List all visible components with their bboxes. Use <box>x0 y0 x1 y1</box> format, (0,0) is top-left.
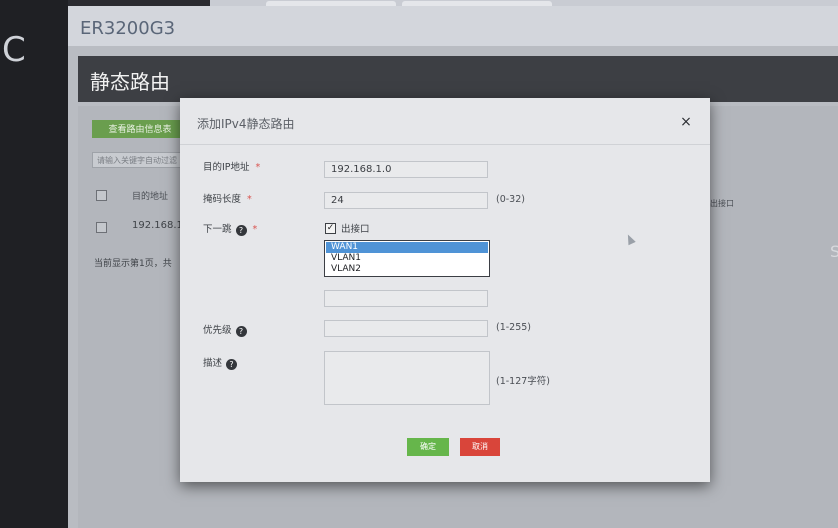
dialog-title: 添加IPv4静态路由 <box>197 117 295 131</box>
priority-label: 优先级? <box>203 322 247 337</box>
interface-option-vlan2[interactable]: VLAN2 <box>326 264 488 275</box>
page-title-bar: 静态路由 <box>78 56 838 102</box>
search-input[interactable]: 请输入关键字自动过滤 <box>92 152 192 168</box>
help-icon[interactable]: ? <box>235 225 247 236</box>
dest-ip-label-text: 目的IP地址 <box>203 162 250 173</box>
description-label-text: 描述 <box>203 358 223 369</box>
screen-bezel: C <box>0 0 68 528</box>
brand-logo: ER3200G3 <box>80 18 176 39</box>
next-hop-label: 下一跳? * <box>203 221 257 236</box>
mask-length-input[interactable]: 24 <box>324 192 488 209</box>
interface-option-wan1[interactable]: WAN1 <box>326 242 488 253</box>
confirm-button[interactable]: 确定 <box>407 438 449 456</box>
close-icon[interactable]: × <box>678 114 694 130</box>
partial-glyph: S <box>830 242 838 261</box>
bezel-glyph: C <box>2 30 26 70</box>
description-textarea[interactable] <box>324 351 490 405</box>
mouse-cursor-icon <box>624 232 636 246</box>
mask-length-label: 掩码长度 * <box>203 191 252 205</box>
mask-length-label-text: 掩码长度 <box>203 194 242 205</box>
view-route-table-button[interactable]: 查看路由信息表 <box>92 120 188 138</box>
page-title: 静态路由 <box>90 70 170 94</box>
column-header-interface: 出接口 <box>710 199 734 208</box>
cancel-button[interactable]: 取消 <box>460 438 500 456</box>
mask-length-hint: (0-32) <box>496 194 525 205</box>
outgoing-interface-checkbox[interactable]: ✓ <box>325 223 336 234</box>
interface-option-vlan1[interactable]: VLAN1 <box>326 253 488 264</box>
required-mark: * <box>247 194 252 205</box>
add-static-route-dialog: 添加IPv4静态路由 × 目的IP地址 * 192.168.1.0 掩码长度 * 2… <box>180 98 710 482</box>
priority-hint: (1-255) <box>496 322 532 333</box>
outgoing-interface-label: 出接口 <box>341 224 370 235</box>
row-checkbox[interactable] <box>96 222 107 233</box>
pager-text: 当前显示第1页，共 <box>94 259 172 269</box>
required-mark: * <box>252 224 258 235</box>
select-all-checkbox[interactable] <box>96 190 107 201</box>
description-label: 描述? <box>203 355 238 370</box>
dest-ip-label: 目的IP地址 * <box>203 159 260 173</box>
dialog-header: 添加IPv4静态路由 × <box>180 98 710 145</box>
next-hop-label-text: 下一跳 <box>203 224 232 235</box>
help-icon[interactable]: ? <box>235 326 247 337</box>
table-cell-dest: 192.168.1 <box>132 220 183 231</box>
priority-input[interactable] <box>324 320 488 337</box>
column-header-dest: 目的地址 <box>132 192 169 202</box>
next-hop-extra-input[interactable] <box>324 290 488 307</box>
help-icon[interactable]: ? <box>226 359 238 370</box>
interface-select[interactable]: WAN1 VLAN1 VLAN2 <box>324 240 490 277</box>
brand-bar: ER3200G3 <box>68 6 838 46</box>
description-hint: (1-127字符) <box>496 376 551 387</box>
dest-ip-input[interactable]: 192.168.1.0 <box>324 161 488 178</box>
priority-label-text: 优先级 <box>203 325 232 336</box>
required-mark: * <box>255 162 261 173</box>
